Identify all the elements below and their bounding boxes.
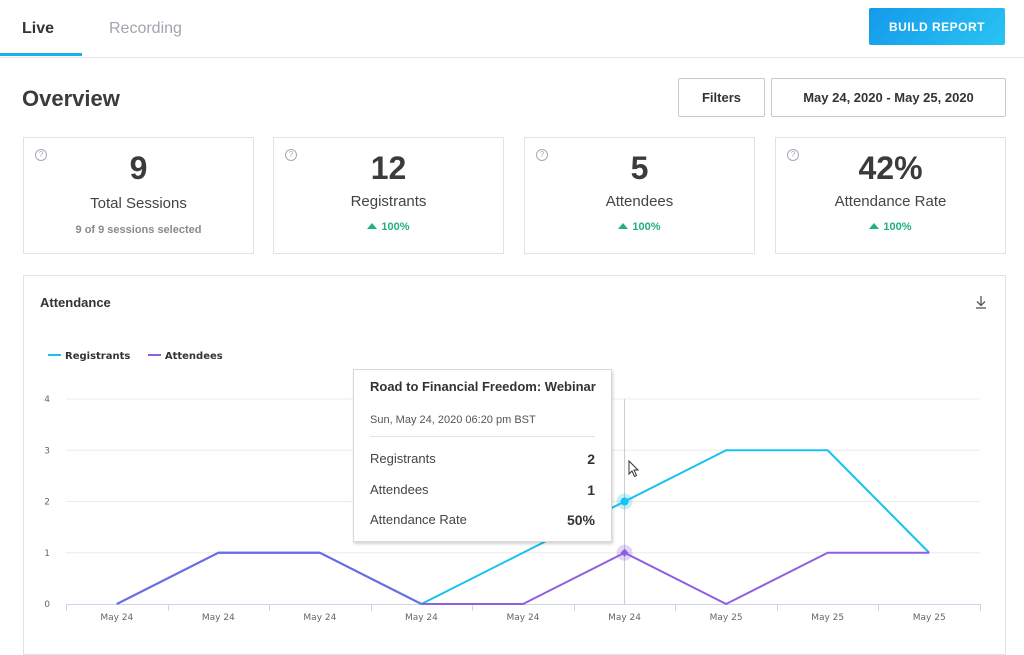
tooltip-row-label: Attendees xyxy=(370,482,429,497)
y-tick-label: 4 xyxy=(44,395,50,405)
series-line-attendees xyxy=(116,551,930,605)
overlap-segment xyxy=(319,551,422,605)
tooltip-title: Road to Financial Freedom: Webinar xyxy=(370,379,596,394)
tooltip-row-registrants: Registrants 2 xyxy=(370,451,595,467)
tooltip-row-label: Attendance Rate xyxy=(370,512,467,527)
tooltip-date: Sun, May 24, 2020 06:20 pm BST xyxy=(370,414,536,426)
tooltip-row-attendance-rate: Attendance Rate 50% xyxy=(370,512,595,528)
x-tick-label: May 24 xyxy=(303,613,336,623)
x-tick-label: May 24 xyxy=(507,613,540,623)
overlap-segment xyxy=(116,551,219,605)
tooltip-row-value: 1 xyxy=(587,482,595,498)
x-tick-label: May 25 xyxy=(811,613,844,623)
x-tick-label: May 25 xyxy=(913,613,946,623)
tooltip-row-value: 50% xyxy=(566,512,595,528)
hover-point-registrants xyxy=(620,497,629,506)
y-tick-label: 0 xyxy=(44,600,50,610)
x-tick-label: May 24 xyxy=(608,613,641,623)
x-tick-label: May 24 xyxy=(405,613,438,623)
tooltip-row-label: Registrants xyxy=(370,451,436,466)
chart-tooltip: Road to Financial Freedom: Webinar Sun, … xyxy=(353,369,612,542)
mouse-pointer-icon xyxy=(628,460,640,478)
x-tick-label: May 25 xyxy=(710,613,743,623)
y-tick-label: 2 xyxy=(44,498,50,508)
tooltip-divider xyxy=(370,436,595,437)
tooltip-row-attendees: Attendees 1 xyxy=(370,482,595,498)
tooltip-row-value: 2 xyxy=(587,451,595,467)
y-tick-label: 1 xyxy=(44,549,50,559)
y-tick-label: 3 xyxy=(44,446,50,456)
x-tick-label: May 24 xyxy=(100,613,133,623)
x-tick-label: May 24 xyxy=(202,613,235,623)
